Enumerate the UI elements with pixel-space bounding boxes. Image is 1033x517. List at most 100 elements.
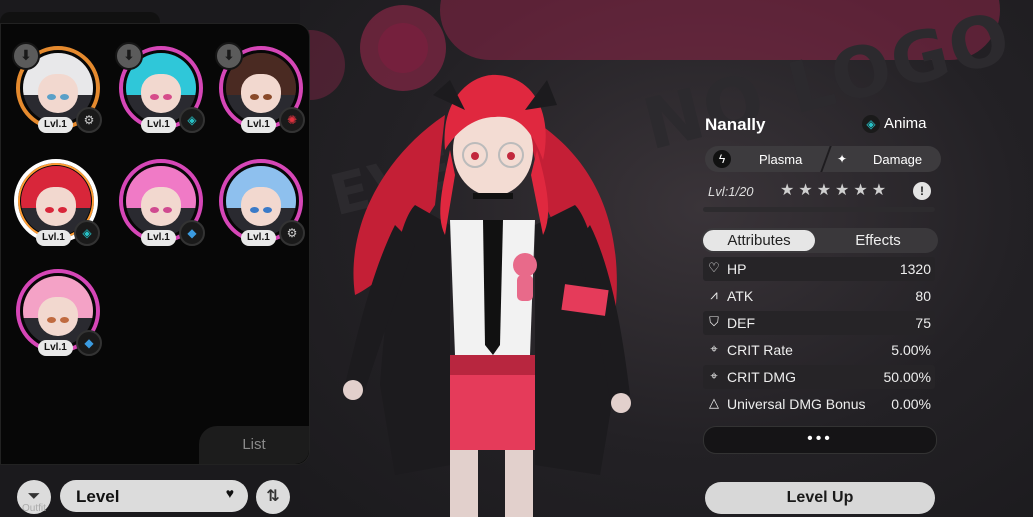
attribute-row: △ Universal DMG Bonus 0.00% <box>703 392 935 416</box>
more-attributes-button[interactable]: ••• <box>703 426 937 454</box>
card-level-badge: Lvl.1 <box>38 117 73 133</box>
portrait-eye <box>150 207 159 214</box>
character-card[interactable]: Lvl.1 ◆ <box>119 159 205 246</box>
plasma-icon: ϟ <box>713 150 731 168</box>
attack-type-label: Plasma <box>759 152 803 167</box>
cosmos-element-icon: ◆ <box>76 330 102 356</box>
character-card[interactable]: ⬇ Lvl.1 ✺ <box>215 42 305 133</box>
character-type-bar: ϟ Plasma ✦ Damage <box>705 146 941 172</box>
attribute-icon: ⛉ <box>709 314 719 329</box>
level-current: Lvl:1 <box>708 184 736 199</box>
download-icon[interactable]: ⬇ <box>115 42 143 70</box>
xp-progress-bar <box>703 207 935 212</box>
outfit-label[interactable]: Outfit <box>22 503 46 514</box>
card-level-badge: Lvl.1 <box>241 117 276 133</box>
sort-value: Level <box>76 487 120 506</box>
portrait-eye <box>59 317 69 324</box>
card-level-badge: Lvl.1 <box>141 230 176 246</box>
attribute-value: 5.00% <box>891 342 931 358</box>
character-card[interactable]: Lvl.1 ◈ <box>14 159 100 246</box>
role-label: Damage <box>873 152 923 167</box>
star-info-button[interactable]: ! <box>913 182 931 200</box>
level-max: /20 <box>735 184 754 199</box>
attribute-row: ⩘ ATK 80 <box>703 284 935 308</box>
portrait-eye <box>262 94 272 101</box>
character-card[interactable]: ⬇ Lvl.1 ◈ <box>115 42 205 133</box>
portrait-eye <box>59 94 69 101</box>
portrait-eye <box>47 94 56 101</box>
portrait-eye <box>262 207 272 214</box>
portrait-face <box>36 187 76 226</box>
download-icon[interactable]: ⬇ <box>215 42 243 70</box>
gear-element-icon: ⚙ <box>76 107 102 133</box>
card-level-badge: Lvl.1 <box>141 117 176 133</box>
level-indicator: Lvl:1/20 <box>708 184 754 199</box>
character-element-label: Anima <box>884 115 927 132</box>
attribute-value: 1320 <box>899 261 931 277</box>
incantation-element-icon: ✺ <box>279 107 305 133</box>
swap-order-icon: ⇅ <box>266 488 280 505</box>
character-roster-panel: List ⬇ Lvl.1 ⚙ ⬇ Lvl.1 ◈ ⬇ Lvl.1 ✺ Lvl.1 ◈ Lvl.1 ◆ Lv… <box>0 23 310 465</box>
attribute-name: Universal DMG Bonus <box>727 396 866 412</box>
attribute-row: ⛉ DEF 75 <box>703 311 935 335</box>
portrait-face <box>241 74 281 113</box>
portrait-eye <box>150 94 159 101</box>
star-rating: ★★★★★★ <box>780 182 891 199</box>
attribute-icon: ⩘ <box>710 287 718 302</box>
anima-element-icon: ◈ <box>862 115 880 134</box>
gear-element-icon: ⚙ <box>279 220 305 246</box>
exclamation-icon: ! <box>920 184 924 198</box>
sort-order-button[interactable]: ⇅ <box>256 480 290 514</box>
cosmos-element-icon: ◆ <box>179 220 205 246</box>
character-name: Nanally <box>705 115 766 134</box>
tab-effects[interactable]: Effects <box>819 228 937 253</box>
portrait-eye <box>250 94 259 101</box>
portrait-eye <box>57 207 67 214</box>
attribute-name: HP <box>727 261 747 277</box>
level-up-button[interactable]: Level Up <box>705 482 935 514</box>
character-model <box>343 74 631 517</box>
portrait-face <box>38 297 78 336</box>
tab-attributes[interactable]: Attributes <box>703 230 815 251</box>
info-tabs: Attributes Effects <box>701 228 938 253</box>
card-level-badge: Lvl.1 <box>241 230 276 246</box>
portrait-eye <box>47 317 56 324</box>
card-level-badge: Lvl.1 <box>38 340 73 356</box>
character-element: ◈ Anima <box>862 115 927 134</box>
anima-element-icon: ◈ <box>179 107 205 133</box>
attribute-icon: △ <box>709 395 719 410</box>
attribute-row: ♡ HP 1320 <box>703 257 935 281</box>
attribute-name: DEF <box>727 315 755 331</box>
attribute-value: 50.00% <box>883 369 931 385</box>
character-card[interactable]: Lvl.1 ⚙ <box>219 159 305 246</box>
attribute-row: ⌖ CRIT DMG 50.00% <box>703 365 935 389</box>
anima-element-icon: ◈ <box>74 220 100 246</box>
portrait-face <box>141 74 181 113</box>
attribute-value: 75 <box>915 315 931 331</box>
attribute-name: CRIT Rate <box>727 342 793 358</box>
damage-role-icon: ✦ <box>836 152 848 166</box>
attribute-name: CRIT DMG <box>727 369 796 385</box>
portrait-eye <box>162 94 172 101</box>
attribute-value: 80 <box>915 288 931 304</box>
portrait-eye <box>162 207 172 214</box>
heart-dropdown-icon: ♥ <box>225 485 234 501</box>
attribute-icon: ⌖ <box>710 341 718 356</box>
portrait-face <box>38 74 78 113</box>
attribute-row: ⌖ CRIT Rate 5.00% <box>703 338 935 362</box>
card-level-badge: Lvl.1 <box>36 230 71 246</box>
portrait-face <box>241 187 281 226</box>
portrait-eye <box>45 207 54 214</box>
sort-dropdown[interactable]: Level ♥ <box>60 480 248 512</box>
portrait-eye <box>250 207 259 214</box>
attribute-value: 0.00% <box>891 396 931 412</box>
attribute-icon: ⌖ <box>710 368 718 383</box>
download-icon[interactable]: ⬇ <box>12 42 40 70</box>
type-divider <box>820 146 832 172</box>
portrait-face <box>141 187 181 226</box>
attribute-icon: ♡ <box>708 260 720 275</box>
character-card[interactable]: ⬇ Lvl.1 ⚙ <box>12 42 102 133</box>
list-view-tab[interactable]: List <box>199 426 309 464</box>
character-card[interactable]: Lvl.1 ◆ <box>16 269 102 356</box>
attribute-name: ATK <box>727 288 754 304</box>
